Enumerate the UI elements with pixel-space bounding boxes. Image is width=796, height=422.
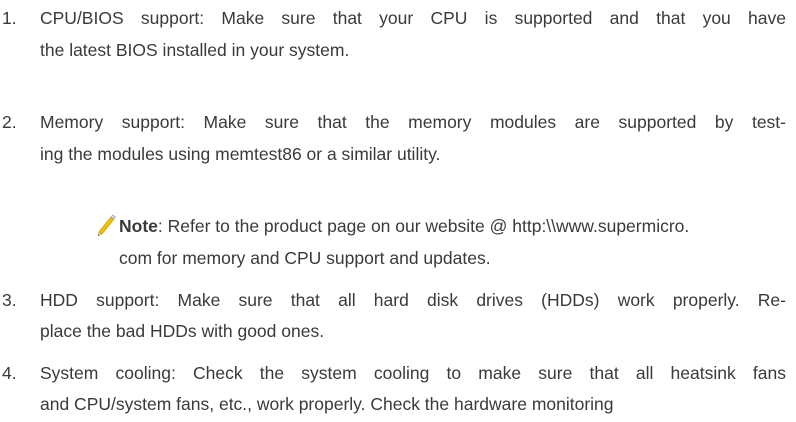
- item-text-line: place the bad HDDs with good ones.: [40, 321, 325, 341]
- item-number: 3.: [2, 290, 17, 310]
- note-text: Note: Refer to the product page on our w…: [119, 216, 795, 236]
- item-text-line: CPU/BIOS support: Make sure that your CP…: [40, 8, 786, 28]
- item-number: 2.: [2, 112, 17, 132]
- item-text-line: HDD support: Make sure that all hard dis…: [40, 290, 786, 310]
- note-text-line: com for memory and CPU support and updat…: [119, 248, 491, 268]
- note-label: Note: [119, 216, 158, 236]
- item-text-line: the latest BIOS installed in your system…: [40, 40, 350, 60]
- item-text-line: System cooling: Check the system cooling…: [40, 363, 786, 383]
- pencil-icon: [97, 214, 116, 237]
- item-text-line: ing the modules using memtest86 or a sim…: [40, 144, 441, 164]
- note-text-line: : Refer to the product page on our websi…: [157, 216, 690, 236]
- item-number: 4.: [2, 363, 17, 383]
- item-text-line: Memory support: Make sure that the memor…: [40, 112, 786, 132]
- item-number: 1.: [2, 8, 17, 28]
- item-text-line: and CPU/system fans, etc., work properly…: [40, 394, 614, 414]
